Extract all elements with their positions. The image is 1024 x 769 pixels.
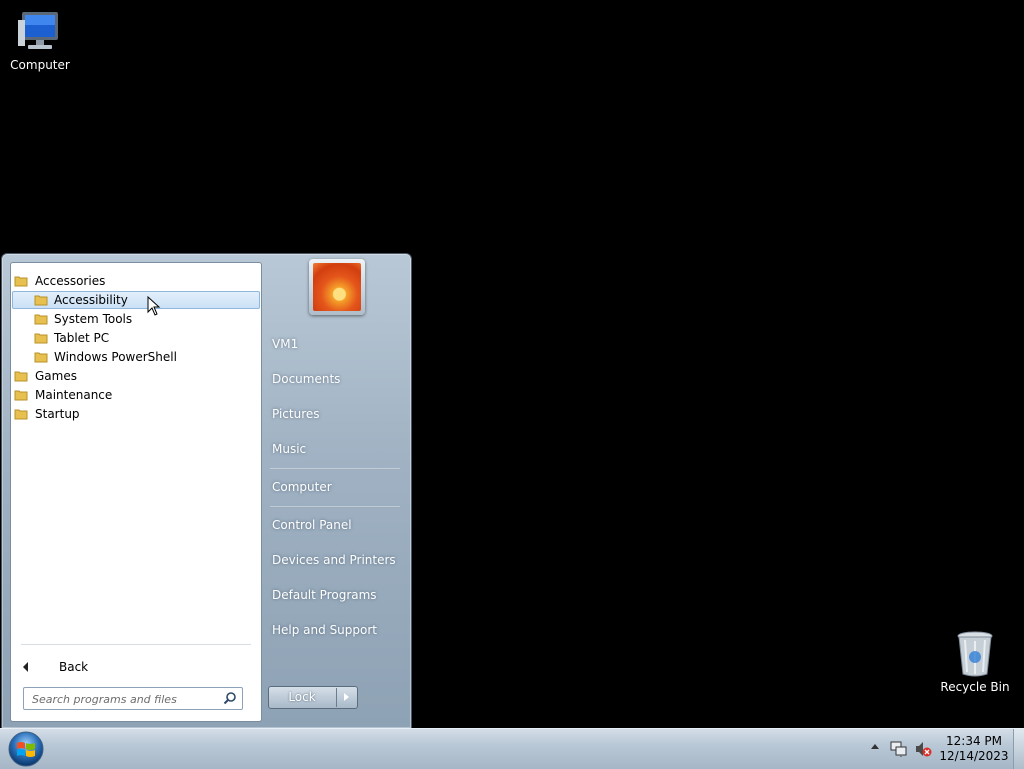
right-item-label: Documents — [272, 372, 341, 386]
program-folder-accessibility[interactable]: Accessibility — [12, 291, 260, 309]
program-label: Windows PowerShell — [54, 350, 177, 364]
right-item-label: Computer — [272, 480, 332, 494]
back-button[interactable]: Back — [19, 658, 119, 676]
right-item-user[interactable]: VM1 — [272, 333, 402, 355]
user-picture[interactable] — [309, 259, 365, 315]
right-item-music[interactable]: Music — [272, 438, 402, 460]
desktop-icon-computer[interactable]: Computer — [0, 8, 80, 72]
right-separator — [270, 468, 400, 470]
mouse-cursor-icon — [147, 296, 161, 316]
folder-icon — [34, 352, 48, 363]
right-item-pictures[interactable]: Pictures — [272, 403, 402, 425]
right-item-help-and-support[interactable]: Help and Support — [272, 619, 402, 641]
program-label: Accessories — [35, 274, 106, 288]
program-label: Tablet PC — [54, 331, 110, 345]
show-desktop-button[interactable] — [1013, 729, 1024, 769]
folder-icon — [14, 371, 28, 382]
folder-icon — [34, 295, 48, 306]
right-item-label: Devices and Printers — [272, 553, 396, 567]
program-label: Games — [35, 369, 77, 383]
right-item-control-panel[interactable]: Control Panel — [272, 514, 402, 536]
start-menu-programs-pane: Accessories Accessibility System Tools T… — [10, 262, 262, 722]
program-label: Maintenance — [35, 388, 113, 402]
right-item-documents[interactable]: Documents — [272, 368, 402, 390]
right-item-default-programs[interactable]: Default Programs — [272, 584, 402, 606]
back-arrow-icon — [23, 662, 28, 672]
network-icon[interactable] — [890, 740, 908, 758]
program-folder-system-tools[interactable]: System Tools — [12, 310, 260, 328]
start-menu: Accessories Accessibility System Tools T… — [1, 253, 412, 729]
program-label: System Tools — [54, 312, 133, 326]
right-item-label: Default Programs — [272, 588, 377, 602]
shutdown-options-button[interactable] — [337, 687, 357, 708]
desktop-icon-recycle-bin[interactable]: Recycle Bin — [935, 630, 1015, 694]
program-label: Accessibility — [54, 293, 128, 307]
clock-time: 12:34 PM — [946, 734, 1002, 748]
desktop-icon-label: Recycle Bin — [940, 680, 1010, 694]
right-item-label: Music — [272, 442, 307, 456]
program-folder-accessories[interactable]: Accessories — [12, 272, 260, 290]
desktop-icon-label: Computer — [10, 58, 70, 72]
search-box[interactable] — [23, 687, 243, 710]
program-folder-startup[interactable]: Startup — [12, 405, 260, 423]
back-label: Back — [59, 660, 89, 674]
taskbar-clock[interactable]: 12:34 PM 12/14/2023 — [938, 734, 1010, 764]
search-input[interactable] — [30, 690, 220, 708]
folder-icon — [14, 390, 28, 401]
show-hidden-icons-button[interactable] — [871, 744, 879, 749]
computer-icon — [18, 12, 58, 49]
program-label: Startup — [35, 407, 80, 421]
folder-icon — [14, 276, 28, 287]
search-icon — [223, 692, 236, 705]
user-avatar-flower-icon — [313, 263, 361, 311]
right-item-devices-and-printers[interactable]: Devices and Printers — [272, 549, 402, 571]
program-folder-maintenance[interactable]: Maintenance — [12, 386, 260, 404]
program-folder-games[interactable]: Games — [12, 367, 260, 385]
right-item-label: Pictures — [272, 407, 320, 421]
folder-icon — [14, 409, 28, 420]
programs-separator — [21, 644, 251, 645]
taskbar: 12:34 PM 12/14/2023 — [0, 728, 1024, 769]
program-folder-tablet-pc[interactable]: Tablet PC — [12, 329, 260, 347]
recycle-bin-icon — [957, 631, 993, 677]
right-separator — [270, 506, 400, 508]
program-folder-windows-powershell[interactable]: Windows PowerShell — [12, 348, 260, 366]
right-item-label: Control Panel — [272, 518, 352, 532]
lock-button[interactable]: Lock — [269, 687, 335, 708]
start-button[interactable] — [7, 730, 45, 768]
right-item-label: Help and Support — [272, 623, 377, 637]
lock-button-group: Lock — [268, 686, 358, 709]
folder-icon — [34, 314, 48, 325]
volume-muted-icon[interactable] — [914, 740, 932, 758]
clock-date: 12/14/2023 — [939, 749, 1009, 763]
right-item-computer[interactable]: Computer — [272, 476, 402, 498]
right-item-label: VM1 — [272, 337, 299, 351]
chevron-right-icon — [344, 693, 349, 701]
folder-icon — [34, 333, 48, 344]
